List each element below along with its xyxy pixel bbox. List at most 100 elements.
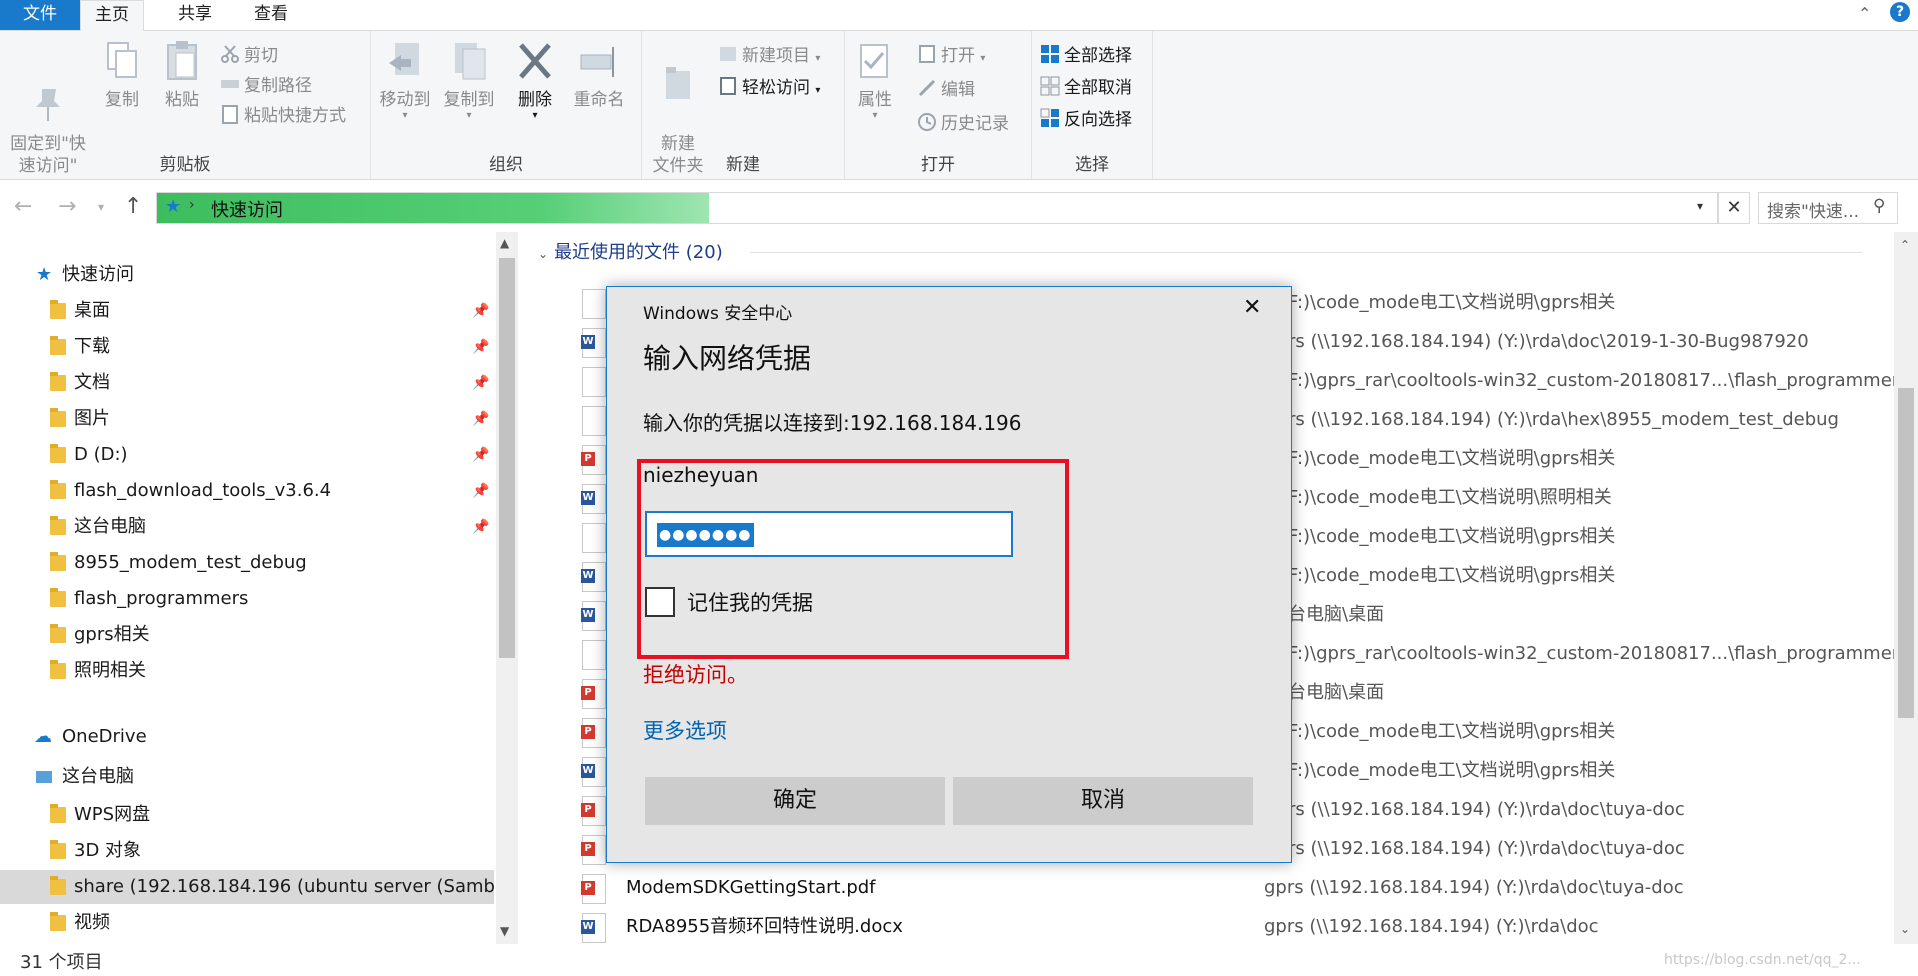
sidebar-item-pinned[interactable]: 下载 📌	[0, 330, 494, 364]
collapse-ribbon-icon[interactable]: ⌃	[1858, 4, 1871, 23]
scroll-down-icon[interactable]: ▼	[500, 924, 509, 938]
close-icon[interactable]: ✕	[1718, 192, 1750, 224]
scroll-thumb[interactable]	[1898, 388, 1914, 718]
history-icon	[917, 112, 937, 132]
sidebar-item-pinned[interactable]: 图片 📌	[0, 402, 494, 436]
paste-shortcut-button[interactable]: 粘贴快捷方式	[220, 103, 346, 129]
sidebar-item-pc[interactable]: WPS网盘	[0, 798, 494, 832]
new-item-button[interactable]: 新建项目 ▾	[718, 43, 820, 69]
forward-arrow-icon[interactable]: →	[58, 194, 76, 219]
sidebar-item-onedrive[interactable]: ☁ OneDrive	[0, 720, 494, 754]
scroll-down-icon[interactable]: ⌄	[1900, 922, 1910, 936]
sidebar-item-label: 下载	[74, 336, 110, 357]
scroll-thumb[interactable]	[499, 258, 515, 658]
paste-button[interactable]: 粘贴	[160, 39, 204, 111]
drive-icon	[50, 444, 66, 463]
pin-icon[interactable]: 📌	[472, 294, 489, 328]
select-none-button[interactable]: 全部取消	[1040, 75, 1132, 101]
pdf-file-icon: P	[581, 445, 606, 475]
sidebar-item-pinned[interactable]: 这台电脑 📌	[0, 510, 494, 544]
pin-icon[interactable]: 📌	[472, 510, 489, 544]
search-icon[interactable]: ⚲	[1873, 196, 1885, 216]
cut-button[interactable]: 剪切	[220, 43, 278, 69]
documents-folder-icon	[50, 372, 66, 391]
pin-icon[interactable]: 📌	[472, 366, 489, 400]
cancel-button[interactable]: 取消	[953, 777, 1253, 825]
sidebar-item-this-pc[interactable]: 这台电脑	[0, 760, 494, 794]
folder-icon	[50, 588, 66, 607]
nav-scrollbar[interactable]: ▲ ▼	[496, 232, 518, 944]
scissors-icon	[220, 44, 240, 64]
file-type-badge: W	[581, 569, 595, 583]
list-item[interactable]: P ModemSDKGettingStart.pdf gprs (\\192.168…	[530, 869, 1860, 907]
history-button[interactable]: 历史记录	[917, 111, 1009, 137]
sidebar-item-pc[interactable]: 3D 对象	[0, 834, 494, 868]
back-arrow-icon[interactable]: ←	[14, 194, 32, 219]
list-item[interactable]: W RDA8955音频环回特性说明.docx gprs (\\192.168.184…	[530, 908, 1860, 946]
tab-file[interactable]: 文件	[0, 0, 80, 30]
section-header[interactable]: ⌄ 最近使用的文件 (20)	[538, 238, 723, 264]
sidebar-item-pinned[interactable]: flash_download_tools_v3.6.4 📌	[0, 474, 494, 508]
tab-share[interactable]: 共享	[164, 0, 226, 30]
move-to-button[interactable]: 移动到 ▾	[377, 39, 433, 121]
sidebar-item-quick-access[interactable]: ★ 快速访问	[0, 258, 494, 292]
sidebar-item-pinned[interactable]: 文档 📌	[0, 366, 494, 400]
recent-locations-chevron-icon[interactable]: ▾	[98, 200, 104, 214]
copy-to-button[interactable]: 复制到 ▾	[441, 39, 497, 121]
sidebar-item-pinned[interactable]: D (D:) 📌	[0, 438, 494, 472]
select-all-button[interactable]: 全部选择	[1040, 43, 1132, 69]
dropdown-arrow-icon: ▾	[815, 53, 821, 64]
up-arrow-icon[interactable]: ↑	[124, 194, 142, 219]
sidebar-item-recent-folder[interactable]: gprs相关	[0, 618, 494, 652]
copy-path-button[interactable]: 复制路径	[220, 73, 312, 99]
blank-file-icon	[582, 640, 606, 670]
pin-icon[interactable]: 📌	[472, 438, 489, 472]
search-input[interactable]: 搜索"快速... ⚲	[1758, 192, 1898, 224]
pin-icon[interactable]: 📌	[472, 474, 489, 508]
paste-icon	[162, 39, 202, 83]
scroll-up-icon[interactable]: ⌃	[1900, 238, 1910, 252]
tab-home[interactable]: 主页	[80, 0, 144, 32]
address-dropdown-icon[interactable]: ▾	[1697, 199, 1703, 213]
properties-button[interactable]: 属性 ▾	[853, 39, 897, 121]
close-icon[interactable]: ✕	[1243, 295, 1261, 320]
move-to-icon	[385, 39, 425, 83]
more-options-link[interactable]: 更多选项	[643, 715, 727, 745]
sidebar-item-recent-folder[interactable]: 8955_modem_test_debug	[0, 546, 494, 580]
sidebar-item-recent-folder[interactable]: flash_programmers	[0, 582, 494, 616]
sidebar-item-pinned[interactable]: 桌面 📌	[0, 294, 494, 328]
password-field[interactable]: ●●●●●●●	[645, 511, 1013, 557]
watermark: https://blog.csdn.net/qq_2...	[1664, 952, 1861, 968]
content-scrollbar[interactable]: ⌃ ⌄	[1894, 232, 1918, 944]
ribbon-group-open: 属性 ▾ 打开 ▾ 编辑 历史记录 打开	[845, 31, 1032, 179]
paste-shortcut-icon	[220, 104, 240, 124]
cloud-icon: ☁	[34, 726, 52, 747]
breadcrumb-chevron-icon[interactable]: ›	[189, 197, 195, 213]
invert-selection-button[interactable]: 反向选择	[1040, 107, 1132, 133]
network-folder-icon	[50, 876, 66, 895]
pin-icon[interactable]: 📌	[472, 402, 489, 436]
desktop-folder-icon	[50, 300, 66, 319]
file-type-badge: P	[581, 686, 595, 700]
copy-icon	[102, 39, 142, 83]
pin-icon[interactable]: 📌	[472, 330, 489, 364]
rename-button[interactable]: 重命名	[571, 39, 627, 111]
breadcrumb[interactable]: 快速访问	[211, 196, 283, 222]
copy-button[interactable]: 复制	[100, 39, 144, 111]
ok-button[interactable]: 确定	[645, 777, 945, 825]
open-button[interactable]: 打开 ▾	[917, 43, 985, 69]
help-icon[interactable]: ?	[1890, 2, 1910, 22]
address-bar[interactable]: ★ › 快速访问 ▾	[156, 192, 1718, 224]
sidebar-item-recent-folder[interactable]: 照明相关	[0, 654, 494, 688]
remember-checkbox[interactable]	[645, 587, 675, 617]
easy-access-button[interactable]: 轻松访问 ▾	[718, 75, 820, 101]
sidebar-item-pc[interactable]: share (192.168.184.196 (ubuntu server (S…	[0, 870, 494, 904]
scroll-up-icon[interactable]: ▲	[500, 236, 509, 250]
tab-view[interactable]: 查看	[240, 0, 302, 30]
sidebar-item-label: 这台电脑	[74, 516, 146, 537]
pdf-file-icon: P	[581, 835, 606, 865]
sidebar-item-pc[interactable]: 视频	[0, 906, 494, 940]
delete-button[interactable]: 删除 ▾	[513, 39, 557, 121]
edit-button[interactable]: 编辑	[917, 77, 975, 103]
rename-icon	[579, 39, 619, 83]
